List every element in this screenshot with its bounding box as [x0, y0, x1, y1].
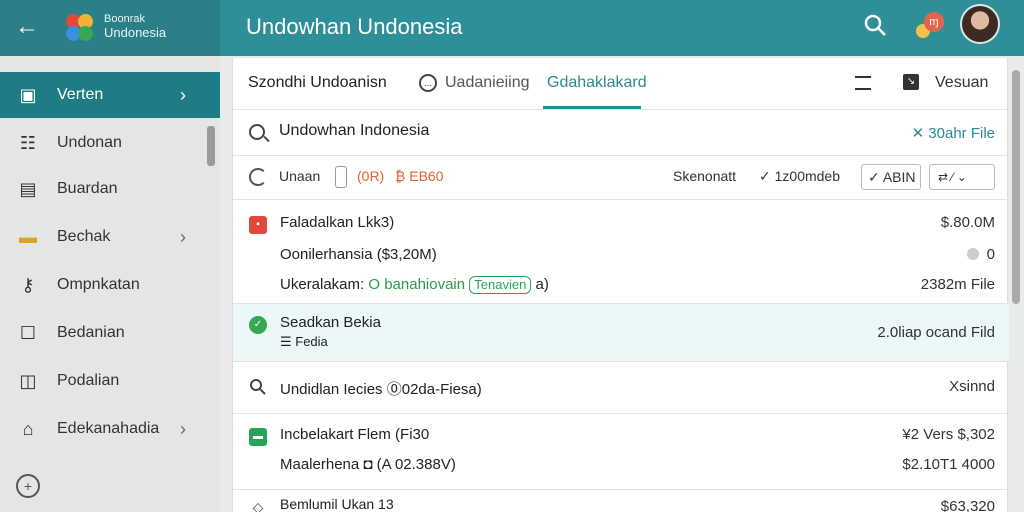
- sidebar-item-buardan[interactable]: ▤ Buardan: [0, 166, 220, 212]
- search-icon: [250, 379, 266, 395]
- sidebar-item-label: Ompnkatan: [57, 276, 140, 293]
- sidebar-item-podalian[interactable]: ◫ Podalian: [0, 358, 220, 404]
- notification-badge: ɱ: [924, 12, 944, 32]
- item-sub: ☰ Fedia: [280, 334, 328, 349]
- diamond-icon: ◇: [252, 499, 264, 512]
- filter-bar: Unaan (0R) ₿ EB60 Skenonatt ✓ 1z00mdeb ✓…: [233, 156, 1009, 200]
- search-icon: [249, 124, 265, 140]
- filter-tag[interactable]: (0R): [357, 168, 384, 184]
- filter-option[interactable]: ✓ 1z00mdeb: [759, 168, 840, 185]
- chevron-right-icon: ›: [180, 418, 186, 439]
- square-icon: ☐: [19, 322, 37, 343]
- list-item[interactable]: ◇ Bemlumil Ukan 13 $63,320: [233, 490, 1009, 512]
- tab-szondhi[interactable]: Szondhi Undoanisn: [248, 74, 387, 92]
- back-arrow-icon[interactable]: ←: [12, 12, 42, 42]
- detail-status: O banahiovain: [368, 276, 466, 293]
- item-subtitle: Maalerhena ◘ (A 02.388V): [280, 456, 456, 473]
- chevron-right-icon: ›: [180, 84, 186, 105]
- status-badge: Tenavien: [469, 276, 532, 294]
- filter-option[interactable]: Skenonatt: [673, 168, 736, 184]
- notification-icon[interactable]: ɱ: [914, 10, 944, 40]
- clipboard-icon: ▣: [19, 84, 37, 105]
- item-value: 0: [986, 246, 995, 263]
- sidebar-item-label: Bedanian: [57, 324, 125, 341]
- home-icon: ⌂: [22, 418, 34, 439]
- item-title: Incbelakart Flem (Fi30: [280, 426, 430, 443]
- main-scrollbar[interactable]: [1012, 70, 1020, 304]
- tab-gdahaklakard[interactable]: Gdahaklakard: [547, 74, 647, 92]
- sort-select[interactable]: ⇄ ⁄ ⌄: [929, 164, 995, 190]
- list-item[interactable]: ✓ Seadkan Bekia ☰ Fedia 2.0liap ocand Fi…: [233, 304, 1009, 362]
- sidebar-item-label: Undonan: [57, 134, 122, 151]
- detail-tail: a): [531, 276, 549, 293]
- item-subtitle: Oonilerhansia ($3,20M): [280, 246, 437, 263]
- filter-checkbox[interactable]: [335, 166, 347, 188]
- sidebar-item-label: Verten: [57, 86, 104, 103]
- sidebar-item-bechak[interactable]: ▬ Bechak ›: [0, 214, 220, 260]
- search-file-count[interactable]: ✕ 30ahr File: [912, 124, 995, 142]
- layout-icon[interactable]: [855, 76, 871, 90]
- main-panel: Szondhi Undoanisn … Uadanieiing Gdahakla…: [232, 58, 1009, 512]
- sidebar: ▣ Verten › ☷ Undonan ▤ Buardan ▬ Bechak …: [0, 56, 220, 512]
- sidebar-item-label: Podalian: [57, 372, 120, 389]
- item-file-size: 2382m File: [920, 276, 995, 293]
- filter-label: Unaan: [279, 168, 321, 184]
- item-title: Undidlan Iecies ⓪02da-Fiesa): [280, 381, 482, 398]
- sidebar-item-undonan[interactable]: ☷ Undonan: [0, 120, 220, 166]
- top-bar: ← Boonrak Undonesia Undowhan Undonesia ɱ: [0, 0, 1024, 56]
- brand-area: ← Boonrak Undonesia: [0, 0, 220, 56]
- list-item[interactable]: ▬ Incbelakart Flem (Fi30 ¥2 Vers $,302 M…: [233, 414, 1009, 490]
- active-tab-indicator: [543, 106, 641, 109]
- app-logo-icon: [64, 12, 96, 44]
- chat-icon: …: [419, 74, 437, 92]
- list-icon: ☷: [19, 132, 37, 153]
- item-file-size: 2.0liap ocand Fild: [877, 324, 995, 341]
- sidebar-item-edekanahadia[interactable]: ⌂ Edekanahadia ›: [0, 406, 220, 452]
- page-title: Undowhan Undonesia: [246, 14, 463, 39]
- key-icon: ⚷: [21, 274, 35, 295]
- brand-name: Boonrak Undonesia: [104, 12, 166, 40]
- item-title: Bemlumil Ukan 13: [280, 496, 394, 512]
- sidebar-scrollbar[interactable]: [207, 126, 215, 166]
- item-title: Faladalkan Lkk3): [280, 214, 395, 231]
- item-status: Xsinnd: [949, 378, 995, 395]
- item-detail: Ukeralakam: O banahiovain Tenavien a): [280, 276, 549, 294]
- doc-icon: ▬: [249, 428, 267, 446]
- sidebar-item-label: Buardan: [57, 180, 118, 197]
- flag-icon: ▪: [249, 216, 267, 234]
- list-item[interactable]: Undidlan Iecies ⓪02da-Fiesa) Xsinnd: [233, 362, 1009, 414]
- export-icon[interactable]: ↘: [903, 74, 919, 90]
- version-label[interactable]: Vesuan: [935, 74, 988, 92]
- item-value: $2.10T1 4000: [902, 456, 995, 473]
- search-icon[interactable]: [862, 12, 890, 40]
- check-icon: ✓: [249, 316, 267, 334]
- sidebar-item-label: Bechak: [57, 228, 111, 245]
- list-item[interactable]: ▪ Faladalkan Lkk3) $.80.0M Oonilerhansia…: [233, 200, 1009, 304]
- avatar[interactable]: [960, 4, 1000, 44]
- search-input[interactable]: [279, 122, 779, 140]
- sidebar-item-bedanian[interactable]: ☐ Bedanian: [0, 310, 220, 356]
- item-title: Seadkan Bekia: [280, 314, 381, 331]
- filter-select[interactable]: ✓ ABIN: [861, 164, 921, 190]
- add-icon[interactable]: +: [16, 474, 40, 498]
- chevron-right-icon: ›: [180, 226, 186, 247]
- detail-label: Ukeralakam:: [280, 276, 369, 293]
- refresh-icon[interactable]: [249, 168, 267, 186]
- search-bar: ✕ 30ahr File: [233, 110, 1009, 156]
- brand-line1: Boonrak: [104, 13, 145, 25]
- tab-uadanieiing[interactable]: Uadanieiing: [445, 74, 530, 92]
- filter-tag[interactable]: ₿ EB60: [395, 168, 444, 184]
- item-amount: $63,320: [940, 498, 995, 512]
- folder-icon: ▬: [19, 226, 37, 247]
- item-amount: $.80.0M: [940, 214, 995, 231]
- status-dot: [967, 248, 979, 260]
- item-amount: ¥2 Vers $,302: [902, 426, 995, 443]
- sidebar-item-label: Edekanahadia: [57, 420, 160, 437]
- brand-line2: Undonesia: [104, 25, 167, 40]
- sidebar-item-verten[interactable]: ▣ Verten ›: [0, 72, 220, 118]
- tab-bar: Szondhi Undoanisn … Uadanieiing Gdahakla…: [233, 58, 1009, 110]
- calendar-icon: ▤: [19, 178, 37, 199]
- sidebar-item-ompnkatan[interactable]: ⚷ Ompnkatan: [0, 262, 220, 308]
- box-icon: ◫: [19, 370, 37, 391]
